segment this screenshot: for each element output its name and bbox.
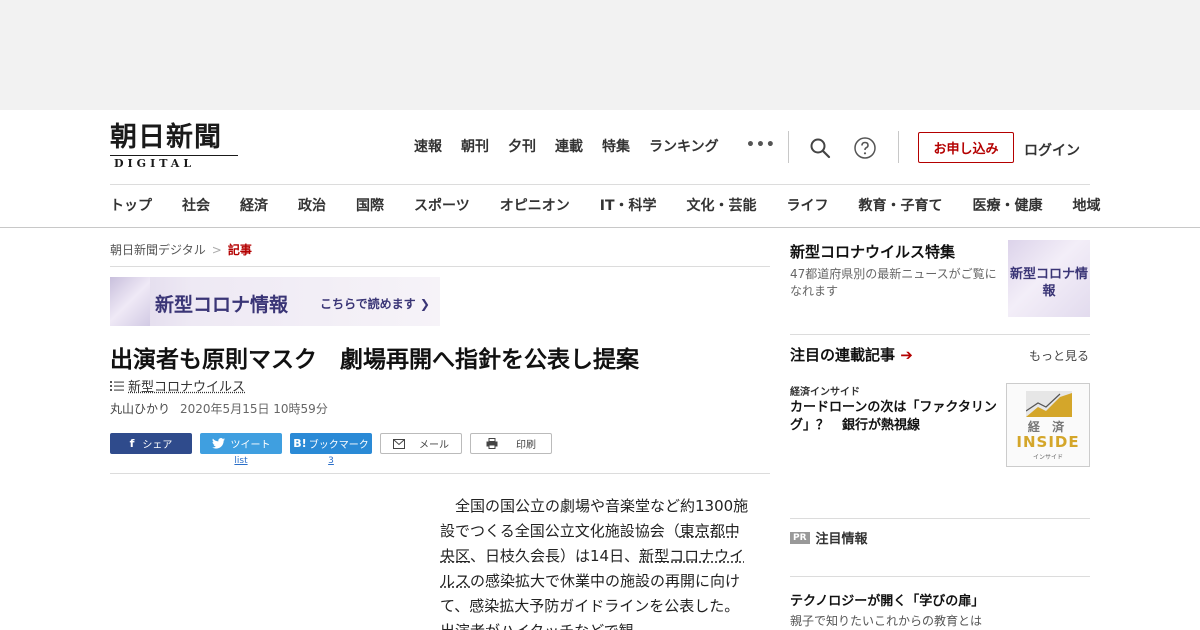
twitter-share-button[interactable]: ツイート list bbox=[200, 433, 282, 466]
cat-opinion[interactable]: オピニオン bbox=[500, 197, 570, 215]
feature-thumbnail: 新型コロナ情報 bbox=[1008, 240, 1090, 317]
top-nav: 速報 朝刊 夕刊 連載 特集 ランキング bbox=[414, 138, 738, 156]
pr-heading: PR 注目情報 bbox=[790, 528, 868, 547]
cat-it-science[interactable]: IT・科学 bbox=[600, 197, 657, 215]
header-divider bbox=[898, 131, 899, 163]
header-divider bbox=[788, 131, 789, 163]
category-nav: トップ 社会 経済 政治 国際 スポーツ オピニオン IT・科学 文化・芸能 ラ… bbox=[110, 197, 1200, 215]
sidebar-divider bbox=[790, 518, 1090, 519]
twitter-icon bbox=[211, 438, 225, 449]
cat-culture[interactable]: 文化・芸能 bbox=[687, 197, 757, 215]
mail-label: メール bbox=[419, 440, 449, 451]
series-item-title: カードローンの次は「ファクタリング」？ 銀行が熱視線 bbox=[790, 400, 997, 433]
feature-thumb-text: 新型コロナ情報 bbox=[1009, 267, 1088, 299]
search-icon[interactable] bbox=[808, 136, 832, 160]
more-menu-icon[interactable]: ••• bbox=[746, 137, 776, 153]
breadcrumb-divider bbox=[110, 266, 770, 267]
banner-link: こちらで読めます ❯ bbox=[320, 297, 430, 311]
corona-info-banner[interactable]: 新型コロナ情報 こちらで読めます ❯ bbox=[110, 277, 440, 326]
facebook-share-button[interactable]: f シェア bbox=[110, 433, 192, 454]
logo-rule bbox=[110, 155, 238, 156]
thumb-inside-kana: インサイド bbox=[1032, 454, 1063, 461]
facebook-label: シェア bbox=[142, 440, 173, 451]
tag-link[interactable]: 新型コロナウイルス bbox=[128, 376, 245, 395]
article-tag: 新型コロナウイルス bbox=[110, 376, 245, 395]
sidebar-divider bbox=[790, 576, 1090, 577]
body-text-3: の感染拡大で休業中の施設の再開に向けて、感染拡大予防ガイドラインを公表した。出演… bbox=[440, 572, 741, 630]
article-headline: 出演者も原則マスク 劇場再開へ指針を公表し提案 bbox=[110, 347, 639, 373]
cat-sports[interactable]: スポーツ bbox=[414, 197, 470, 215]
article-body: 全国の国公立の劇場や音楽堂など約1300施設でつくる全国公立文化施設協会（東京都… bbox=[440, 494, 752, 630]
list-icon bbox=[110, 380, 124, 391]
series-heading: 注目の連載記事 ➔ bbox=[790, 344, 913, 365]
share-buttons: f シェア ツイート list B! ブックマーク 3 メール 印刷 bbox=[110, 433, 560, 466]
nav-tokushu[interactable]: 特集 bbox=[602, 138, 630, 156]
banner-title: 新型コロナ情報 bbox=[155, 294, 289, 316]
breadcrumb-home[interactable]: 朝日新聞デジタル bbox=[110, 243, 206, 257]
hatena-icon: B! bbox=[293, 437, 307, 450]
cat-society[interactable]: 社会 bbox=[182, 197, 210, 215]
pr-title: 注目情報 bbox=[815, 532, 868, 547]
author-name: 丸山ひかり bbox=[110, 402, 171, 416]
keizai-inside-thumbnail: 経 済 INSIDE インサイド bbox=[1006, 383, 1090, 467]
twitter-label: ツイート bbox=[230, 440, 271, 451]
cat-top[interactable]: トップ bbox=[110, 197, 152, 215]
sidebar-divider bbox=[790, 334, 1090, 335]
thumb-inside: INSIDE bbox=[1016, 433, 1080, 451]
share-divider bbox=[110, 473, 770, 474]
site-logo[interactable]: 朝日新聞 DIGITAL bbox=[110, 124, 240, 170]
cat-region[interactable]: 地域 bbox=[1073, 197, 1101, 215]
cat-health[interactable]: 医療・健康 bbox=[973, 197, 1043, 215]
nav-ranking[interactable]: ランキング bbox=[649, 138, 719, 156]
pr-item-title: テクノロジーが開く「学びの扉」 bbox=[790, 594, 985, 609]
body-text-2: 、日枝久会長）は14日、 bbox=[470, 547, 640, 565]
nav-choukan[interactable]: 朝刊 bbox=[461, 138, 489, 156]
nav-divider bbox=[110, 184, 1090, 185]
pr-badge: PR bbox=[790, 531, 810, 544]
article-byline: 丸山ひかり 2020年5月15日 10時59分 bbox=[110, 400, 328, 417]
breadcrumb-current: 記事 bbox=[227, 243, 252, 257]
hatena-label: ブックマーク bbox=[308, 440, 369, 451]
cat-economy[interactable]: 経済 bbox=[240, 197, 268, 215]
feature-description: 47都道府県別の最新ニュースがご覧になれます bbox=[790, 267, 997, 298]
print-label: 印刷 bbox=[516, 440, 536, 451]
breadcrumb-separator: > bbox=[211, 243, 222, 257]
cat-international[interactable]: 国際 bbox=[356, 197, 384, 215]
arrow-right-icon: ➔ bbox=[900, 346, 913, 364]
cat-politics[interactable]: 政治 bbox=[298, 197, 326, 215]
series-item-category: 経済インサイド bbox=[790, 387, 860, 398]
logo-kanji: 朝日新聞 bbox=[110, 122, 222, 153]
banner-decoration bbox=[110, 277, 150, 326]
series-title: 注目の連載記事 bbox=[790, 346, 896, 364]
cat-life[interactable]: ライフ bbox=[787, 197, 829, 215]
nav-yuukan[interactable]: 夕刊 bbox=[508, 138, 536, 156]
series-more-link[interactable]: もっと見る bbox=[1029, 347, 1089, 364]
nav-sokuho[interactable]: 速報 bbox=[414, 138, 442, 156]
feature-title: 新型コロナウイルス特集 bbox=[790, 243, 956, 261]
apply-button[interactable]: お申し込み bbox=[918, 132, 1014, 163]
nav-rensai[interactable]: 連載 bbox=[555, 138, 583, 156]
publish-date: 2020年5月15日 10時59分 bbox=[180, 402, 328, 416]
hatena-bookmark-button[interactable]: B! ブックマーク 3 bbox=[290, 433, 372, 466]
print-button[interactable]: 印刷 bbox=[470, 433, 552, 454]
chart-graphic-icon bbox=[1026, 391, 1072, 417]
help-icon[interactable] bbox=[853, 136, 877, 160]
login-link[interactable]: ログイン bbox=[1024, 140, 1080, 160]
cat-education[interactable]: 教育・子育て bbox=[859, 197, 943, 215]
facebook-icon: f bbox=[129, 437, 135, 450]
print-icon bbox=[486, 438, 498, 449]
mail-share-button[interactable]: メール bbox=[380, 433, 462, 454]
ad-banner-area bbox=[0, 0, 1200, 110]
mail-icon bbox=[393, 438, 405, 449]
logo-digital: DIGITAL bbox=[114, 157, 196, 170]
site-header: 朝日新聞 DIGITAL 速報 朝刊 夕刊 連載 特集 ランキング ••• お申… bbox=[0, 110, 1200, 228]
hatena-count[interactable]: 3 bbox=[290, 456, 372, 466]
pr-item-description: 親子で知りたいこれからの教育とは bbox=[790, 614, 983, 628]
breadcrumb: 朝日新聞デジタル > 記事 bbox=[110, 241, 252, 258]
twitter-count[interactable]: list bbox=[200, 456, 282, 466]
